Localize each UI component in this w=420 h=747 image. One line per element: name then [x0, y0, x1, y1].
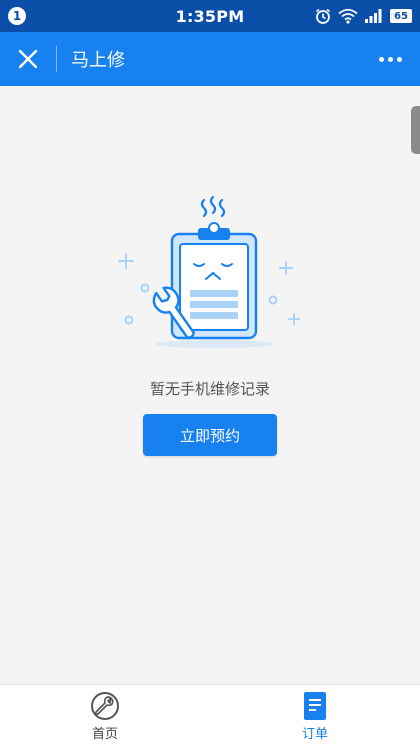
bottom-nav: 首页 订单 [0, 684, 420, 747]
more-button[interactable] [370, 32, 410, 86]
battery-icon: 65 [390, 9, 412, 23]
signal-icon [365, 9, 382, 23]
close-button[interactable] [0, 32, 56, 86]
more-icon [378, 56, 384, 62]
nav-label-orders: 订单 [301, 726, 328, 742]
close-icon [18, 49, 38, 69]
book-now-button[interactable]: 立即预约 [143, 414, 277, 456]
side-drawer-handle[interactable] [411, 106, 420, 154]
title-divider [56, 46, 57, 72]
app-bar: 马上修 [0, 32, 420, 86]
order-doc-icon [304, 691, 326, 720]
nav-item-home[interactable]: 首页 [0, 685, 210, 747]
status-icons: 65 [314, 7, 412, 25]
nav-item-orders[interactable]: 订单 [210, 685, 420, 747]
wrench-home-icon [91, 691, 119, 720]
wifi-icon [338, 8, 358, 24]
clipboard-wrench-icon [118, 195, 300, 348]
status-bar: 1 65 1:35PM [0, 0, 420, 32]
nav-label-home: 首页 [91, 726, 118, 742]
page-title: 马上修 [71, 50, 125, 71]
empty-message: 暂无手机维修记录 [149, 380, 270, 398]
notification-badge: 1 [8, 7, 26, 25]
alarm-icon [316, 8, 330, 24]
